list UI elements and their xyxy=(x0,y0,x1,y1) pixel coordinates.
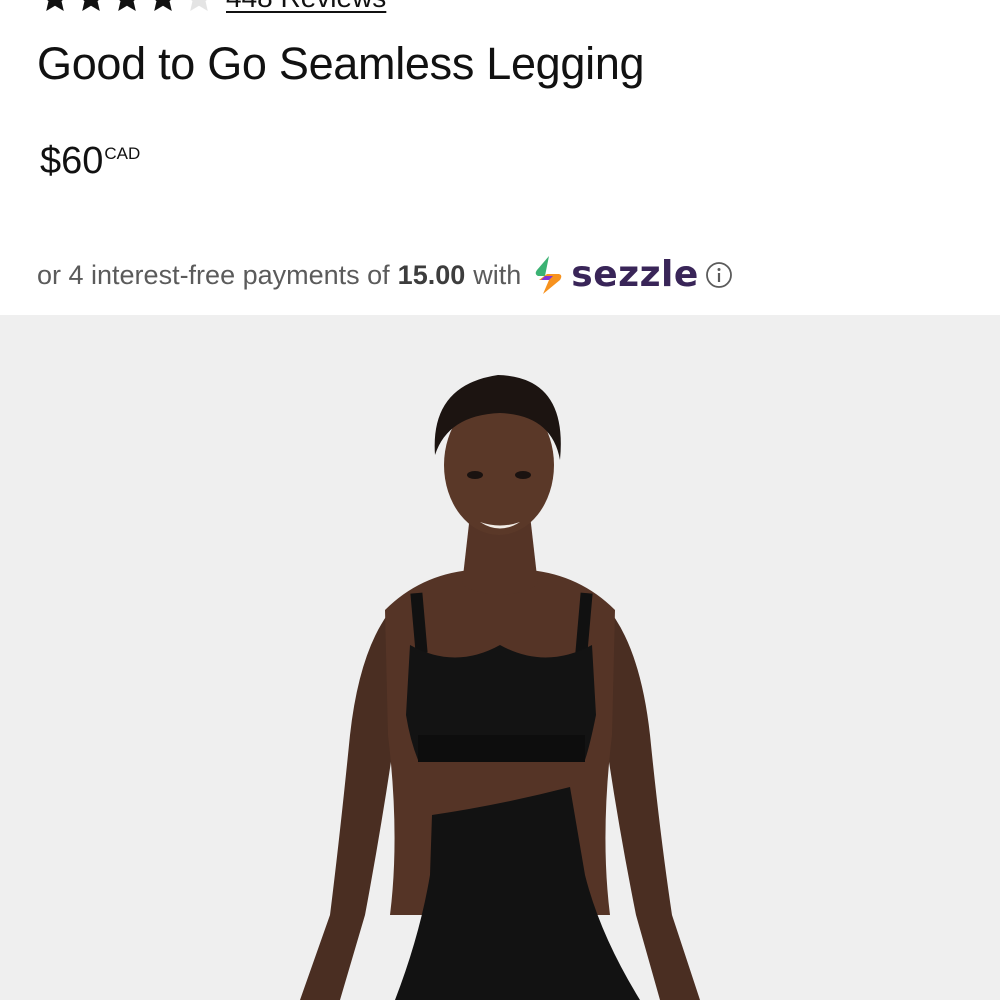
star-filled-icon xyxy=(74,0,108,15)
sezzle-mark-icon xyxy=(535,256,562,294)
star-rating xyxy=(38,0,216,15)
info-circle-icon[interactable] xyxy=(705,261,733,289)
sezzle-installments: or 4 interest-free payments of 15.00 wit… xyxy=(37,254,733,296)
installments-prefix: or 4 interest-free payments of xyxy=(37,259,390,290)
installments-with: with xyxy=(473,259,522,290)
installment-amount: 15.00 xyxy=(397,259,466,290)
product-title: Good to Go Seamless Legging xyxy=(37,38,645,89)
star-filled-icon xyxy=(38,0,72,15)
star-empty-icon xyxy=(182,0,216,15)
reviews-link[interactable]: 448 Reviews xyxy=(226,0,386,13)
price-currency: CAD xyxy=(104,144,141,163)
star-filled-icon xyxy=(146,0,180,15)
model-photo xyxy=(0,315,1000,1000)
sezzle-logo[interactable]: sezzle xyxy=(529,254,699,296)
price-amount: $60 xyxy=(40,140,104,182)
product-page: 448 Reviews Good to Go Seamless Legging … xyxy=(0,0,1000,1000)
rating-row: 448 Reviews xyxy=(38,0,386,14)
product-image[interactable] xyxy=(0,315,1000,1000)
product-price: $60 CAD xyxy=(40,140,140,182)
star-filled-icon xyxy=(110,0,144,15)
sezzle-wordmark: sezzle xyxy=(571,254,699,295)
